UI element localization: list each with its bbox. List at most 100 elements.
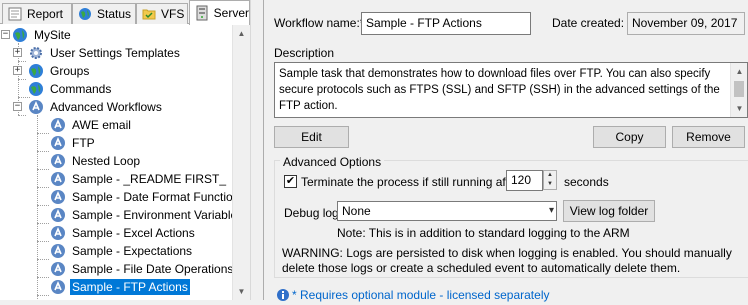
debug-log-label: Debug log: [284, 206, 343, 220]
scroll-down-icon[interactable]: ▼ [731, 100, 747, 117]
tree-node-label: FTP [72, 136, 95, 150]
workflow-icon [50, 135, 66, 151]
debug-log-select[interactable]: None ▾ [337, 201, 557, 221]
tree-node-workflow[interactable]: Sample - Date Format Functions [50, 188, 232, 206]
tree-connector [37, 241, 49, 242]
left-panel: Report Status VFS Server − MySite + User… [0, 0, 250, 300]
vfs-folder-icon [141, 6, 157, 22]
panel-splitter[interactable] [250, 0, 263, 300]
tab-status-label: Status [97, 7, 132, 21]
chevron-down-icon: ▾ [548, 205, 554, 216]
edit-button[interactable]: Edit [274, 126, 349, 148]
tree-node-label: Advanced Workflows [50, 100, 162, 114]
server-icon [194, 5, 210, 21]
spin-down-icon[interactable]: ▼ [544, 180, 556, 189]
tree-connector [37, 205, 49, 206]
tree-node-workflow[interactable]: Sample - File Date Operations [50, 260, 232, 278]
tree-node-advanced-workflows[interactable]: Advanced Workflows [28, 98, 164, 116]
workflow-icon [50, 117, 66, 133]
workflow-name-label: Workflow name:* [274, 16, 365, 30]
view-log-folder-button[interactable]: View log folder [563, 200, 655, 222]
date-created-label: Date created: [552, 16, 625, 30]
tab-report-label: Report [27, 7, 64, 21]
expand-toggle[interactable]: + [13, 66, 22, 75]
tab-server-label: Server [213, 6, 249, 20]
workflow-icon [50, 225, 66, 241]
tree-node-workflow-selected[interactable]: Sample - FTP Actions [50, 278, 190, 296]
seconds-spinner[interactable]: ▲ ▼ [543, 170, 557, 190]
tree-connector [18, 61, 26, 62]
tree-node-workflow[interactable]: Sample - Environment Variables [50, 206, 232, 224]
workflow-details-panel: Workflow name:* Sample - FTP Actions Dat… [263, 0, 748, 302]
tree-node-label: Sample - Expectations [72, 244, 193, 258]
tree-connector [18, 115, 26, 116]
report-icon [7, 6, 23, 22]
workflow-icon [50, 261, 66, 277]
tree-node-workflow[interactable]: Nested Loop [50, 152, 142, 170]
tree-connector [37, 259, 49, 260]
tree-connector [37, 133, 49, 134]
workflow-icon [50, 243, 66, 259]
tree-node-workflow[interactable]: AWE email [50, 116, 133, 134]
info-icon [276, 288, 290, 305]
date-created-field: November 09, 2017 [627, 12, 745, 35]
tree-connector [37, 277, 49, 278]
date-created-value: November 09, 2017 [632, 16, 738, 30]
view-log-folder-label: View log folder [569, 204, 649, 218]
tree-node-workflow[interactable]: Sample - Excel Actions [50, 224, 197, 242]
tree-node-mysite[interactable]: MySite [12, 26, 73, 44]
tree-node-label: Groups [50, 64, 90, 78]
tree-node-groups[interactable]: Groups [28, 62, 91, 80]
scroll-thumb[interactable] [734, 81, 744, 97]
copy-button[interactable]: Copy [593, 126, 666, 148]
workflow-name-field[interactable]: Sample - FTP Actions [361, 12, 531, 35]
description-label: Description [274, 46, 335, 60]
tree-node-workflow[interactable]: FTP [50, 134, 97, 152]
terminate-seconds-input[interactable]: 120 [506, 170, 543, 191]
debug-log-note: Note: This is in addition to standard lo… [337, 226, 630, 240]
copy-button-label: Copy [615, 130, 644, 144]
terminate-label: Terminate the process if still running a… [301, 175, 520, 189]
tab-server[interactable]: Server [189, 0, 250, 25]
checkmark-icon: ✔ [285, 175, 296, 187]
tree-node-workflow[interactable]: Sample - _README FIRST_ [50, 170, 228, 188]
tab-vfs-label: VFS [161, 7, 185, 21]
tab-status[interactable]: Status [72, 3, 136, 24]
tab-vfs[interactable]: VFS [136, 3, 188, 24]
spin-up-icon[interactable]: ▲ [544, 171, 556, 180]
scroll-up-icon[interactable]: ▲ [233, 25, 250, 42]
tree-node-label: Sample - Environment Variables [72, 208, 232, 222]
debug-log-value: None [342, 204, 371, 218]
scroll-down-icon[interactable]: ▼ [233, 283, 250, 300]
tree-node-label: Sample - Date Format Functions [72, 190, 232, 204]
collapse-toggle[interactable]: − [13, 102, 22, 111]
workflow-name-value: Sample - FTP Actions [366, 16, 482, 30]
tree-connector [37, 295, 49, 296]
expand-toggle[interactable]: + [13, 48, 22, 57]
advanced-options-label: Advanced Options [280, 155, 385, 169]
workflow-icon [28, 99, 44, 115]
tree-node-label: Sample - File Date Operations [72, 262, 232, 276]
remove-button[interactable]: Remove [672, 126, 745, 148]
description-scrollbar[interactable]: ▲ ▼ [730, 63, 747, 117]
tree-connector [37, 169, 49, 170]
tree-node-label: AWE email [72, 118, 131, 132]
tree-node-user-settings-templates[interactable]: User Settings Templates [28, 44, 182, 62]
tree-scrollbar[interactable]: ▲ ▼ [232, 25, 250, 300]
tree-node-workflow[interactable]: Sample - Expectations [50, 242, 194, 260]
terminate-checkbox[interactable]: ✔ [284, 175, 297, 188]
site-tree[interactable]: − MySite + User Settings Templates + Gro… [0, 25, 232, 300]
seconds-label: seconds [564, 175, 609, 189]
globe-icon [12, 27, 28, 43]
tree-node-label: User Settings Templates [50, 46, 180, 60]
scroll-up-icon[interactable]: ▲ [731, 63, 747, 80]
tree-node-label: Sample - _README FIRST_ [72, 172, 227, 186]
status-globe-icon [77, 6, 93, 22]
description-textarea[interactable]: Sample task that demonstrates how to dow… [274, 62, 748, 118]
tab-report[interactable]: Report [2, 3, 72, 24]
tree-node-label: Sample - FTP Actions [70, 279, 190, 295]
tree-node-commands[interactable]: Commands [28, 80, 113, 98]
tab-strip: Report Status VFS Server [0, 0, 250, 25]
collapse-toggle[interactable]: − [1, 30, 10, 39]
logging-warning: WARNING: Logs are persisted to disk when… [282, 246, 732, 275]
